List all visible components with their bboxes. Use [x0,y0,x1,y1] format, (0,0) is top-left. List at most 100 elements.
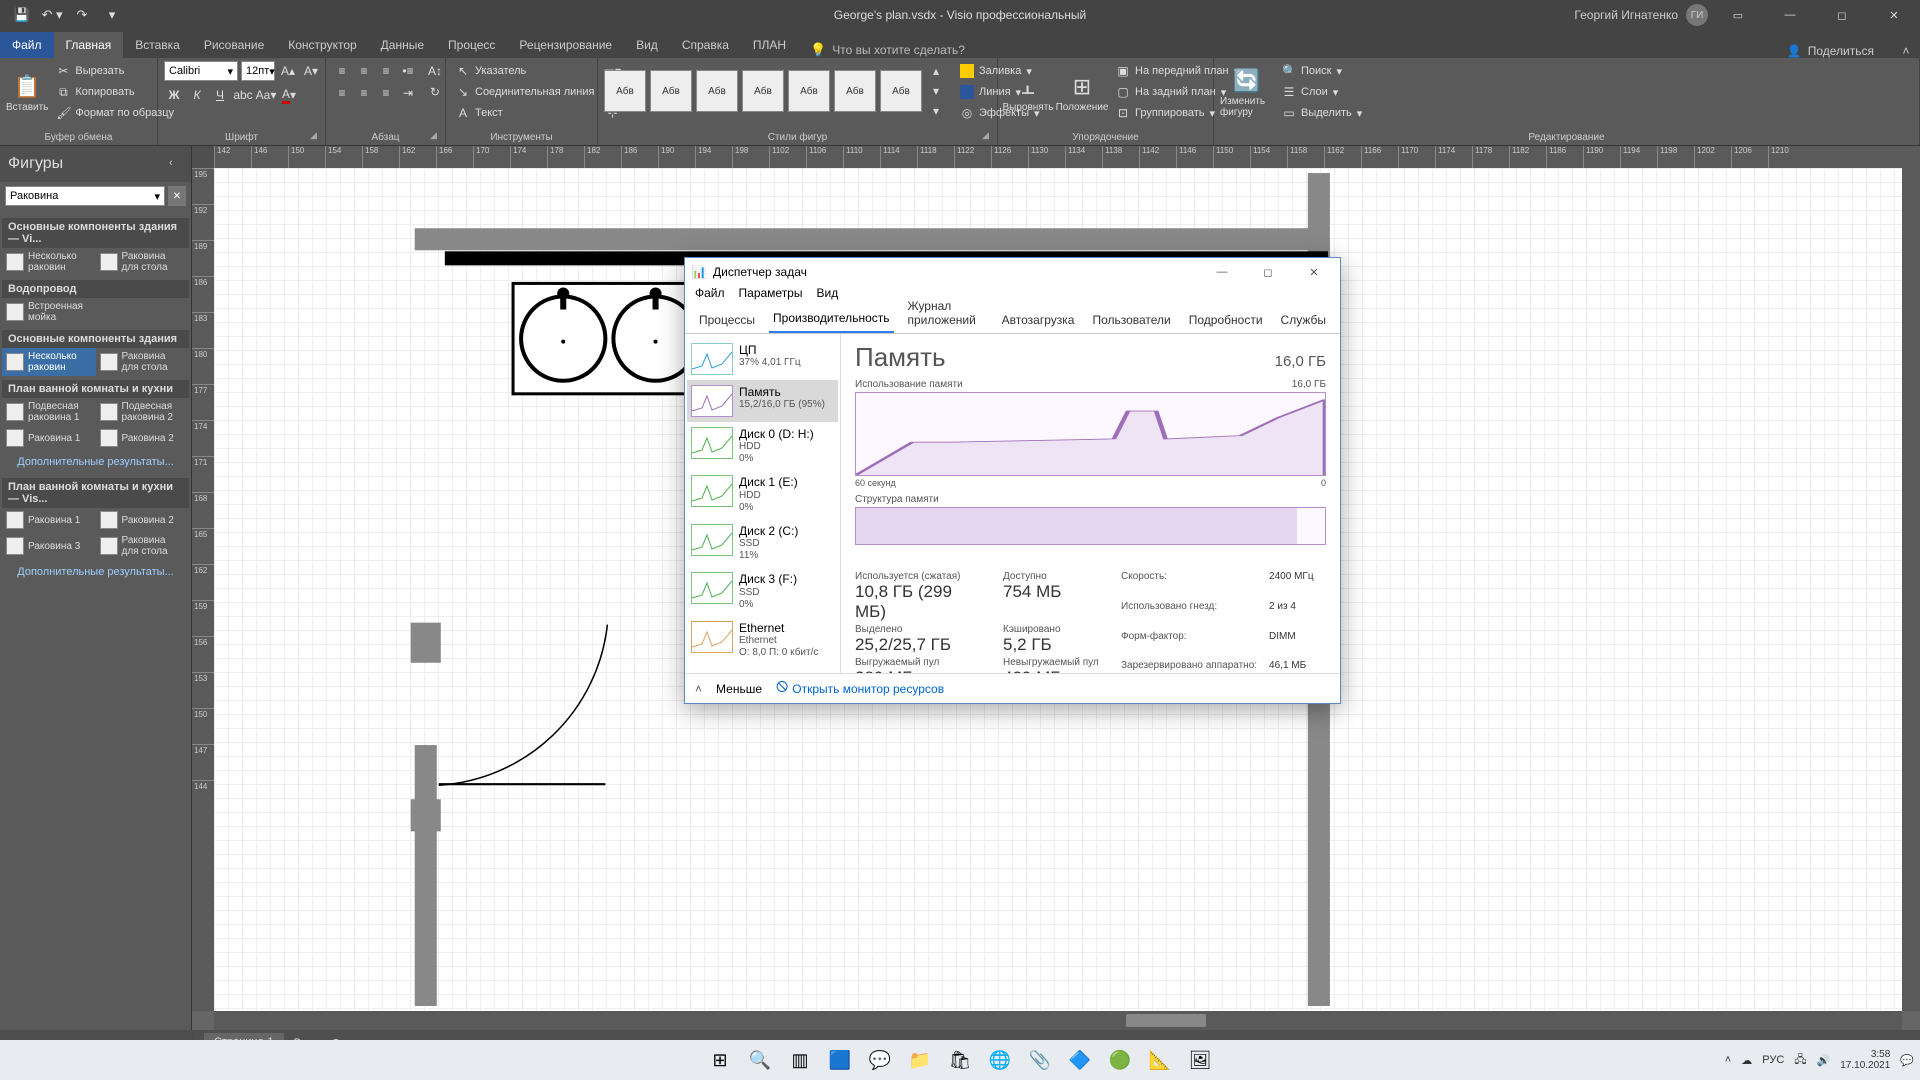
tray-notifications-icon[interactable]: 💬 [1900,1054,1914,1067]
style-item[interactable]: Абв [880,70,922,112]
shape-item[interactable]: Раковина 3 [2,532,96,560]
shape-item[interactable]: Несколько раковин [2,348,96,376]
chat-icon[interactable]: 💬 [862,1042,898,1078]
align-left-icon[interactable]: ≡ [332,61,352,81]
bullets-icon[interactable]: •≡ [398,61,418,81]
redo-icon[interactable]: ↷ [68,3,96,27]
maximize-icon[interactable]: ◻ [1820,0,1864,30]
para-dialog-launcher-icon[interactable]: ◢ [430,130,442,142]
shape-item[interactable]: Раковина 2 [96,426,190,450]
gallery-up-icon[interactable]: ▴ [926,61,946,81]
stencil-heading[interactable]: Основные компоненты здания [2,330,189,348]
vertical-scrollbar[interactable] [1902,168,1920,1011]
clear-search-icon[interactable]: ✕ [168,186,186,206]
bold-button[interactable]: Ж [164,85,184,105]
grow-font-icon[interactable]: A▴ [278,61,298,81]
case-button[interactable]: Aa▾ [256,85,276,105]
start-icon[interactable]: ⊞ [702,1042,738,1078]
horizontal-scrollbar[interactable] [214,1011,1902,1030]
visio-icon[interactable]: 📐 [1142,1042,1178,1078]
shape-style-gallery[interactable]: Абв Абв Абв Абв Абв Абв Абв ▴ ▾ ▾ [604,61,946,121]
tab-process[interactable]: Процесс [436,32,507,58]
horizontal-ruler[interactable]: 1421461501541581621661701741781821861901… [214,146,1920,168]
paste-button[interactable]: 📋 Вставить [6,61,48,125]
tray-chevron-icon[interactable]: ˄ [1725,1054,1731,1066]
tm-fewer-details-icon[interactable]: ˄ [695,682,702,696]
taskbar-search-icon[interactable]: 🔍 [742,1042,778,1078]
shrink-font-icon[interactable]: A▾ [301,61,321,81]
connector-tool[interactable]: ↘Соединительная линия [452,82,598,102]
tm-tab-apphistory[interactable]: Журнал приложений [904,295,988,333]
tm-resource-item[interactable]: ЦП37% 4,01 ГГц [687,338,838,380]
shape-item[interactable]: Встроенная мойка [2,298,96,326]
change-shape-button[interactable]: 🔄Изменить фигуру [1220,61,1274,125]
tray-network-icon[interactable]: 🖧 [1794,1051,1806,1070]
undo-icon[interactable]: ↶ ▾ [38,3,66,27]
shapes-search-input[interactable]: Раковина▾ [5,186,165,206]
tm-tab-performance[interactable]: Производительность [769,307,893,333]
tell-me-search[interactable]: 💡 Что вы хотите сделать? [810,42,965,58]
gallery-more-icon[interactable]: ▾ [926,101,946,121]
more-results-link[interactable]: Дополнительные результаты... [2,560,189,584]
tm-minimize-icon[interactable]: — [1202,258,1242,286]
photos-icon[interactable]: 🖼 [1182,1042,1218,1078]
stencil-heading[interactable]: План ванной комнаты и кухни — Vis... [2,478,189,508]
style-item[interactable]: Абв [650,70,692,112]
shape-item[interactable]: Раковина для стола [96,532,190,560]
tab-file[interactable]: Файл [0,32,54,58]
tm-resource-item[interactable]: Диск 0 (D: H:)HDD0% [687,422,838,470]
strike-button[interactable]: abc [233,85,253,105]
shape-item[interactable]: Раковина 1 [2,426,96,450]
rotate-text-icon[interactable]: ↻ [425,82,445,102]
widgets-icon[interactable]: 🟦 [822,1042,858,1078]
ribbon-display-icon[interactable]: ▭ [1716,0,1760,30]
align-right-icon[interactable]: ≡ [376,61,396,81]
tm-resource-item[interactable]: EthernetEthernetО: 8,0 П: 0 кбит/с [687,616,838,664]
vertical-ruler[interactable]: 1951921891861831801771741711681651621591… [192,168,214,1011]
select-button[interactable]: ▭Выделить ▾ [1278,103,1366,123]
align-button[interactable]: ⫠Выровнять [1004,61,1052,125]
shape-item[interactable] [96,298,190,326]
tab-help[interactable]: Справка [670,32,741,58]
office-icon[interactable]: 📎 [1022,1042,1058,1078]
shape-item[interactable]: Подвесная раковина 2 [96,398,190,426]
task-view-icon[interactable]: ▥ [782,1042,818,1078]
share-button[interactable]: 👤 Поделиться [1787,44,1892,58]
tm-resource-item[interactable]: Память15,2/16,0 ГБ (95%) [687,380,838,422]
tm-tab-details[interactable]: Подробности [1185,309,1267,333]
more-results-link[interactable]: Дополнительные результаты... [2,450,189,474]
pointer-tool[interactable]: ↖Указатель [452,61,598,81]
tm-tab-services[interactable]: Службы [1277,309,1330,333]
tab-plan[interactable]: ПЛАН [741,32,798,58]
style-item[interactable]: Абв [788,70,830,112]
tray-volume-icon[interactable]: 🔊 [1817,1054,1831,1067]
font-size-select[interactable]: 12пт▾ [241,61,275,81]
tm-resource-item[interactable]: Диск 3 (F:)SSD0% [687,567,838,615]
tray-clock[interactable]: 3:58 17.10.2021 [1840,1049,1890,1071]
tab-review[interactable]: Рецензирование [507,32,624,58]
qat-more-icon[interactable]: ▾ [98,3,126,27]
tm-less-label[interactable]: Меньше [716,682,762,696]
tm-menu-options[interactable]: Параметры [739,286,803,308]
font-dialog-launcher-icon[interactable]: ◢ [310,130,322,142]
font-name-select[interactable]: Calibri▾ [164,61,238,81]
torrent-icon[interactable]: 🟢 [1102,1042,1138,1078]
minimize-icon[interactable]: — [1768,0,1812,30]
shape-item[interactable]: Подвесная раковина 1 [2,398,96,426]
style-item[interactable]: Абв [696,70,738,112]
app-icon[interactable]: 🔷 [1062,1042,1098,1078]
shape-item[interactable]: Раковина для стола [96,248,190,276]
close-icon[interactable]: ✕ [1872,0,1916,30]
shape-item[interactable]: Раковина для стола [96,348,190,376]
indent-icon[interactable]: ⇥ [398,83,418,103]
tm-menu-file[interactable]: Файл [695,286,725,308]
underline-button[interactable]: Ч [210,85,230,105]
text-direction-icon[interactable]: A↕ [425,61,445,81]
tm-resource-monitor-link[interactable]: 🛇Открыть монитор ресурсов [776,678,944,699]
user-avatar[interactable]: ГИ [1686,4,1708,26]
tm-menu-view[interactable]: Вид [816,286,838,308]
layers-button[interactable]: ☰Слои ▾ [1278,82,1366,102]
find-button[interactable]: 🔍Поиск ▾ [1278,61,1366,81]
tm-tab-users[interactable]: Пользователи [1088,309,1174,333]
ribbon-collapse-icon[interactable]: ˄ [1892,44,1920,58]
